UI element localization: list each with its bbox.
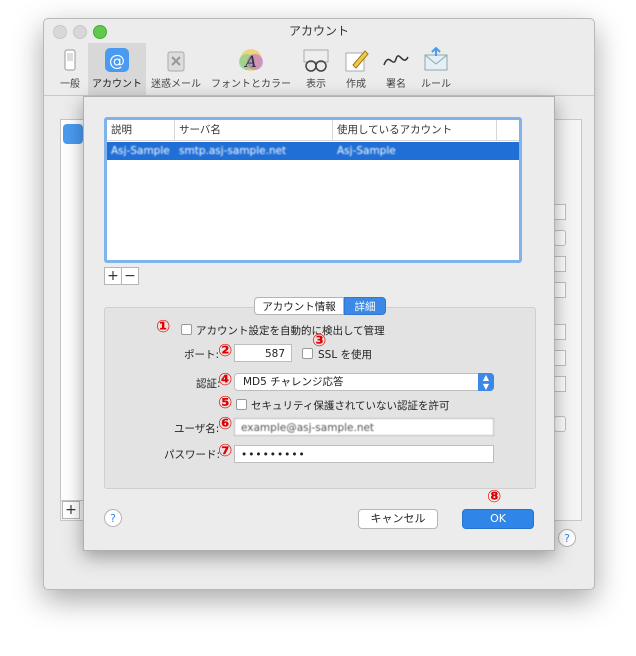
auto-detect-checkbox[interactable] [181,324,192,335]
help-button[interactable]: ? [104,509,122,527]
auth-label: 認証: [196,378,221,390]
column-server-name[interactable]: サーバ名 [175,120,333,140]
marker-8: ⑧ [487,487,502,507]
preferences-toolbar: 一般 @ アカウント 迷惑メール A フォントとカラー 表示 作成 署名 ルール [44,43,594,96]
insecure-auth-label: セキュリティ保護されていない認証を許可 [251,400,450,412]
bg-popup[interactable] [554,416,566,432]
ok-button[interactable]: OK [462,509,534,529]
table-header: 説明 サーバ名 使用しているアカウント [107,120,519,141]
bg-help-button[interactable]: ? [558,529,576,547]
toolbar-viewing[interactable]: 表示 [298,43,334,95]
glasses-icon [301,47,331,73]
auth-select-value: MD5 チャレンジ応答 [243,376,344,388]
column-account[interactable]: 使用しているアカウント [333,120,497,140]
ssl-checkbox[interactable] [302,348,313,359]
close-button[interactable] [53,25,67,39]
username-label: ユーザ名: [174,423,220,435]
marker-5: ⑤ [218,393,233,413]
remove-server-button[interactable]: − [121,267,139,285]
zoom-button[interactable] [93,25,107,39]
toolbar-rules[interactable]: ルール [418,43,454,95]
marker-6: ⑥ [218,414,233,434]
toolbar-junk[interactable]: 迷惑メール [148,43,204,95]
bg-popup[interactable] [554,230,566,246]
toolbar-accounts[interactable]: @ アカウント [88,43,146,95]
bg-field[interactable] [554,350,566,366]
trash-icon [161,47,191,73]
account-at-icon [63,124,83,144]
marker-4: ④ [218,370,233,390]
bg-field[interactable] [554,256,566,272]
bg-field[interactable] [554,282,566,298]
toolbar-fonts-colors[interactable]: A フォントとカラー [208,43,294,95]
toolbar-composing[interactable]: 作成 [338,43,374,95]
insecure-auth-checkbox[interactable] [236,399,247,410]
cell-description: Asj-Sample [111,145,170,157]
switch-icon [55,47,85,73]
at-icon: @ [102,47,132,73]
marker-2: ② [218,341,233,361]
bg-field[interactable] [554,324,566,340]
server-table[interactable]: 説明 サーバ名 使用しているアカウント Asj-Sample smtp.asj-… [104,117,522,263]
auto-detect-label: アカウント設定を自動的に検出して管理 [196,325,385,337]
bg-add-account-button[interactable]: + [62,501,80,519]
tab-detail[interactable]: 詳細 [344,297,386,315]
toolbar-signatures[interactable]: 署名 [378,43,414,95]
smtp-server-sheet: 説明 サーバ名 使用しているアカウント Asj-Sample smtp.asj-… [83,96,555,551]
svg-text:@: @ [109,51,125,70]
tab-account-info[interactable]: アカウント情報 [254,297,344,315]
cancel-button[interactable]: キャンセル [358,509,438,529]
username-field[interactable]: example@asj-sample.net [234,418,494,436]
port-field[interactable]: 587 [234,344,292,362]
bg-field[interactable] [554,204,566,220]
toolbar-general[interactable]: 一般 [52,43,88,95]
password-field[interactable]: ••••••••• [234,445,494,463]
cell-account: Asj-Sample [337,145,396,157]
auth-select[interactable]: MD5 チャレンジ応答 ▲ ▼ [234,373,494,391]
cell-server: smtp.asj-sample.net [179,145,287,157]
minimize-button[interactable] [73,25,87,39]
updown-arrow-icon: ▲ ▼ [478,373,494,391]
font-icon: A [236,47,266,73]
marker-1: ① [156,317,171,337]
window-title: アカウント [288,24,349,38]
ssl-label: SSL を使用 [318,349,373,361]
envelope-icon [421,46,451,73]
password-label: パスワード: [164,449,221,461]
pencil-icon [341,47,371,73]
add-server-button[interactable]: + [104,267,122,285]
table-row[interactable]: Asj-Sample smtp.asj-sample.net Asj-Sampl… [107,142,519,160]
column-description[interactable]: 説明 [107,120,175,140]
bg-field[interactable] [554,376,566,392]
signature-icon [381,47,411,73]
marker-7: ⑦ [218,441,233,461]
port-label: ポート: [184,349,220,361]
svg-text:A: A [243,52,257,71]
